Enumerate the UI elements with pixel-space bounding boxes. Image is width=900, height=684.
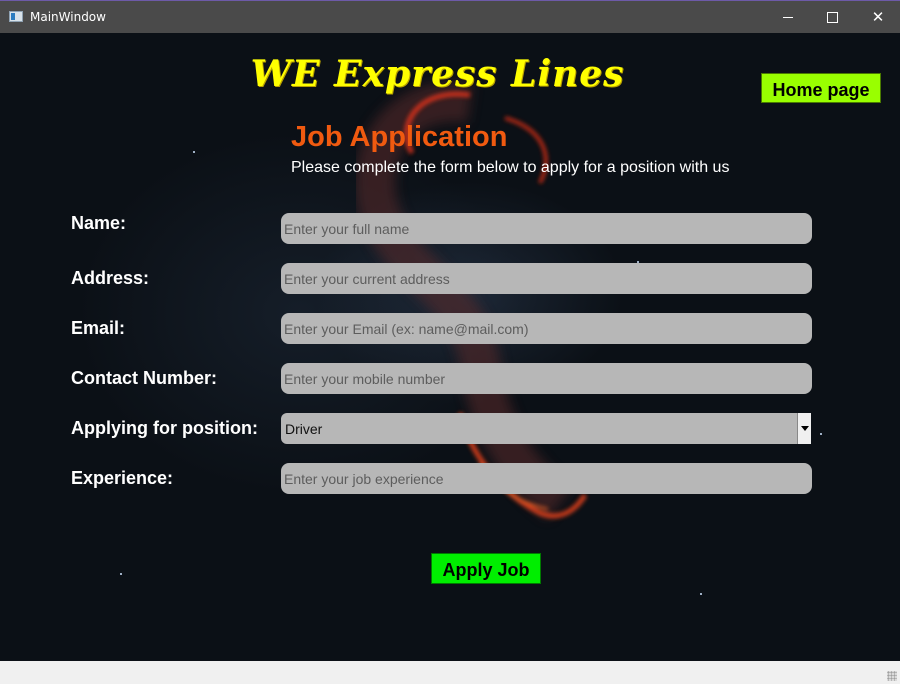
title-bar[interactable]: MainWindow ✕: [0, 0, 900, 33]
app-window-icon: [9, 11, 23, 22]
minimize-icon: [783, 17, 793, 18]
name-label: Name:: [71, 213, 127, 233]
contact-number-label: Contact Number:: [71, 368, 218, 388]
position-selected-value: Driver: [285, 421, 323, 437]
form-title: Job Application: [291, 121, 508, 153]
maximize-icon: [827, 12, 838, 23]
form-subtitle: Please complete the form below to apply …: [291, 159, 730, 176]
home-page-button[interactable]: Home page: [761, 73, 881, 103]
chevron-down-icon[interactable]: [797, 413, 811, 444]
close-button[interactable]: ✕: [855, 1, 900, 34]
minimize-button[interactable]: [765, 1, 811, 34]
position-select[interactable]: Driver: [281, 413, 811, 444]
address-label: Address:: [71, 268, 150, 288]
experience-label: Experience:: [71, 468, 174, 488]
experience-input[interactable]: [281, 463, 812, 494]
resize-grip-icon[interactable]: [887, 671, 897, 681]
brand-title: WE Express Lines: [250, 53, 625, 95]
address-input[interactable]: [281, 263, 812, 294]
star: [193, 151, 195, 153]
maximize-button[interactable]: [809, 1, 855, 34]
position-label: Applying for position:: [71, 418, 258, 438]
content-area: WE Express Lines Home page Job Applicati…: [0, 33, 900, 661]
status-bar: [0, 661, 900, 684]
email-input[interactable]: [281, 313, 812, 344]
star: [120, 573, 122, 575]
star: [820, 433, 822, 435]
main-window: MainWindow ✕ WE Express Lines Home page …: [0, 0, 900, 684]
window-title: MainWindow: [30, 10, 106, 24]
close-icon: ✕: [871, 8, 885, 26]
name-input[interactable]: [281, 213, 812, 244]
star: [700, 593, 702, 595]
apply-job-button[interactable]: Apply Job: [431, 553, 541, 584]
email-label: Email:: [71, 318, 126, 338]
contact-number-input[interactable]: [281, 363, 812, 394]
